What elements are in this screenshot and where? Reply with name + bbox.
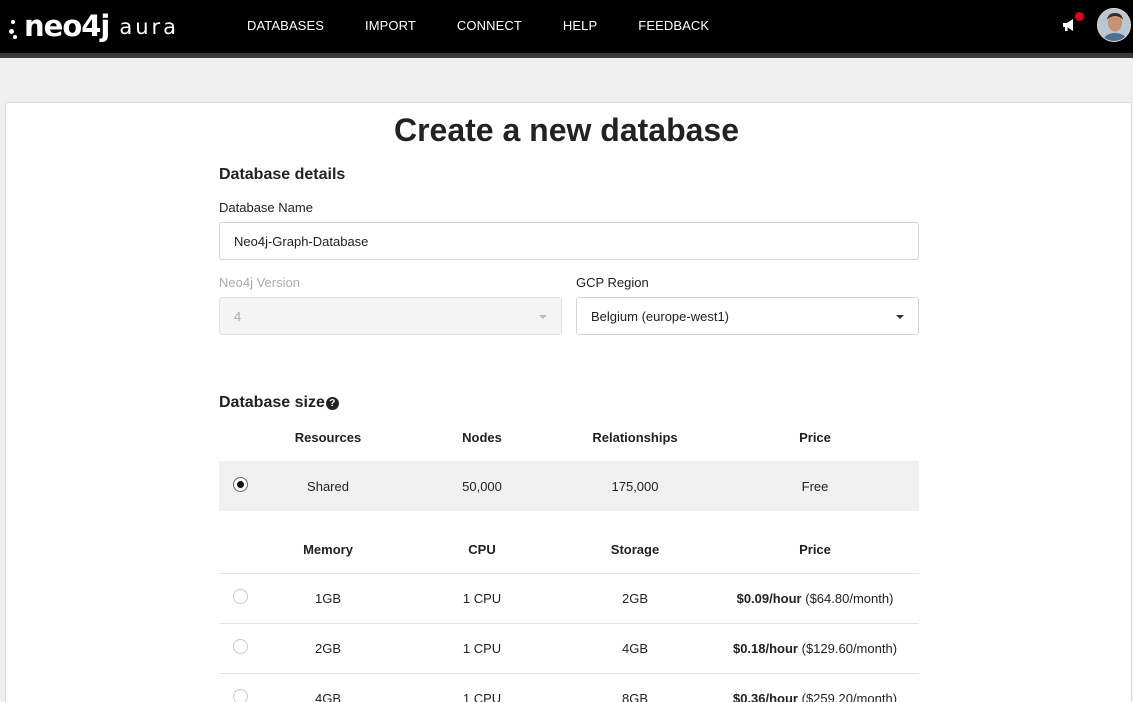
neo4j-version-value: 4 bbox=[234, 308, 242, 324]
chevron-down-icon bbox=[539, 315, 547, 319]
cell-price: $0.36/hour ($259.20/month) bbox=[732, 691, 898, 702]
plan-2gb-radio[interactable] bbox=[233, 639, 248, 654]
nav-connect[interactable]: CONNECT bbox=[457, 18, 522, 33]
database-details-heading: Database details bbox=[219, 166, 346, 183]
user-avatar[interactable] bbox=[1097, 8, 1131, 42]
page-title: Create a new database bbox=[393, 112, 740, 148]
database-name-input[interactable] bbox=[219, 222, 919, 260]
cell-memory: 1GB bbox=[314, 591, 342, 606]
cell-storage: 2GB bbox=[621, 591, 649, 606]
header-memory: Memory bbox=[303, 542, 353, 557]
cell-storage: 8GB bbox=[621, 691, 649, 702]
nav-databases[interactable]: DATABASES bbox=[247, 18, 324, 33]
database-size-heading: Database size? bbox=[219, 394, 339, 412]
cell-resources: Shared bbox=[307, 479, 349, 494]
logo-neo4j-text: neo4j bbox=[24, 9, 110, 43]
neo4j-version-select: 4 bbox=[219, 297, 562, 335]
cell-cpu: 1 CPU bbox=[462, 591, 502, 606]
main-nav: DATABASES IMPORT CONNECT HELP FEEDBACK bbox=[247, 0, 750, 50]
notification-badge bbox=[1075, 12, 1084, 21]
table-row[interactable]: Shared 50,000 175,000 Free bbox=[219, 461, 919, 511]
cell-memory: 2GB bbox=[314, 641, 342, 656]
plan-4gb-radio[interactable] bbox=[233, 689, 248, 702]
navbar-divider bbox=[0, 53, 1133, 58]
header-resources: Resources bbox=[294, 430, 362, 445]
cell-relationships: 175,000 bbox=[611, 479, 659, 494]
cell-price: $0.09/hour ($64.80/month) bbox=[736, 591, 894, 606]
header-cpu: CPU bbox=[468, 542, 496, 557]
database-name-label: Database Name bbox=[219, 200, 313, 215]
dedicated-tier-table: Memory CPU Storage Price 1GB 1 CPU 2GB $… bbox=[219, 535, 919, 702]
cell-price: Free bbox=[801, 479, 829, 494]
shared-tier-table: Resources Nodes Relationships Price Shar… bbox=[219, 423, 919, 511]
gcp-region-value: Belgium (europe-west1) bbox=[591, 308, 730, 324]
cell-memory: 4GB bbox=[314, 691, 342, 702]
logo-aura-text: aura bbox=[119, 15, 180, 39]
plan-1gb-radio[interactable] bbox=[233, 589, 248, 604]
cell-storage: 4GB bbox=[621, 641, 649, 656]
gcp-region-label: GCP Region bbox=[576, 275, 649, 290]
header-storage: Storage bbox=[610, 542, 660, 557]
shared-tier-radio[interactable] bbox=[233, 477, 248, 492]
header-price: Price bbox=[799, 430, 831, 445]
nav-import[interactable]: IMPORT bbox=[365, 18, 416, 33]
table-row[interactable]: 4GB 1 CPU 8GB $0.36/hour ($259.20/month) bbox=[219, 674, 919, 702]
neo4j-aura-logo[interactable]: neo4j aura bbox=[9, 10, 179, 42]
cell-nodes: 50,000 bbox=[462, 479, 502, 494]
chevron-down-icon bbox=[896, 315, 904, 319]
gcp-region-select[interactable]: Belgium (europe-west1) bbox=[576, 297, 919, 335]
cell-cpu: 1 CPU bbox=[462, 691, 502, 702]
table-row[interactable]: 2GB 1 CPU 4GB $0.18/hour ($129.60/month) bbox=[219, 624, 919, 674]
nav-feedback[interactable]: FEEDBACK bbox=[638, 18, 709, 33]
nav-help[interactable]: HELP bbox=[563, 18, 597, 33]
table-row[interactable]: 1GB 1 CPU 2GB $0.09/hour ($64.80/month) bbox=[219, 574, 919, 624]
header-nodes: Nodes bbox=[462, 430, 502, 445]
header-price: Price bbox=[799, 542, 831, 557]
cell-price: $0.18/hour ($129.60/month) bbox=[732, 641, 898, 656]
header-relationships: Relationships bbox=[592, 430, 678, 445]
megaphone-icon[interactable] bbox=[1061, 17, 1077, 33]
neo4j-version-label: Neo4j Version bbox=[219, 275, 300, 290]
cell-cpu: 1 CPU bbox=[462, 641, 502, 656]
question-circle-icon[interactable]: ? bbox=[325, 397, 339, 410]
logo-mark-icon bbox=[9, 12, 23, 40]
